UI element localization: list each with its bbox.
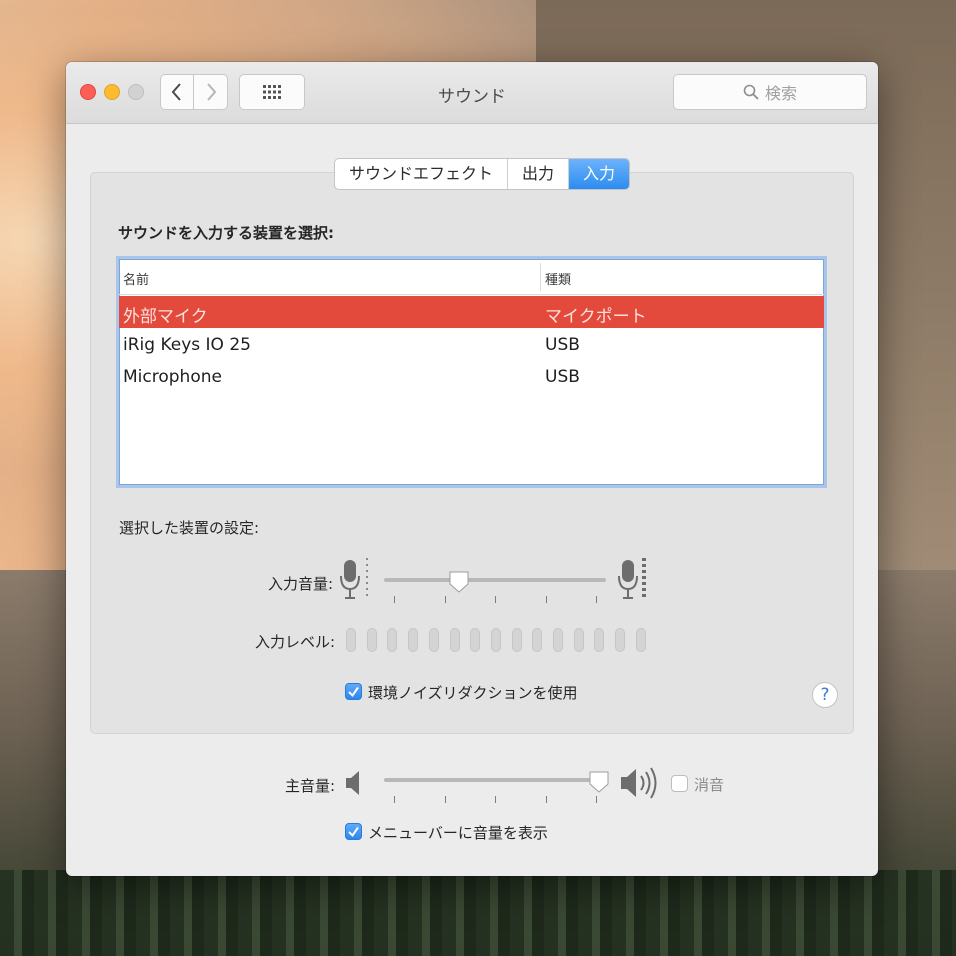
level-meter-segment [346,628,356,652]
level-meter-segment [574,628,584,652]
level-meter-segment [387,628,397,652]
level-meter-segment [450,628,460,652]
level-meter-segment [491,628,501,652]
input-device-table[interactable]: 名前 種類 外部マイク マイクポート iRig Keys IO 25 USB M… [116,256,827,488]
slider-tick [596,596,597,603]
level-meter-segment [553,628,563,652]
slider-tick [546,796,547,803]
slider-tick [445,796,446,803]
noise-reduction-checkbox[interactable] [345,683,362,700]
checkmark-icon [346,684,361,699]
tab-input[interactable]: 入力 [569,159,629,189]
main-volume-slider[interactable] [384,778,606,782]
checkmark-icon [346,824,361,839]
level-meter-segment [594,628,604,652]
search-field[interactable]: 検索 [673,74,867,110]
tab-bar: サウンドエフェクト 出力 入力 [334,158,630,190]
level-meter-segment [636,628,646,652]
column-header-type[interactable]: 種類 [545,269,571,288]
table-row[interactable]: Microphone USB [119,361,824,393]
titlebar: サウンド 検索 [66,62,878,124]
device-type: マイクポート [545,302,647,327]
level-meter-segment [367,628,377,652]
column-divider [540,263,541,291]
input-level-label: 入力レベル: [255,631,335,652]
level-meter-segment [615,628,625,652]
desktop-background-trees [0,870,956,956]
show-volume-in-menubar-checkbox[interactable] [345,823,362,840]
main-volume-label: 主音量: [285,775,335,796]
noise-reduction-label[interactable]: 環境ノイズリダクションを使用 [368,682,578,703]
level-meter-segment [470,628,480,652]
slider-tick [495,596,496,603]
device-name: 外部マイク [123,302,208,327]
tab-output[interactable]: 出力 [508,159,569,189]
input-volume-thumb[interactable] [448,570,470,594]
level-meter-segment [429,628,439,652]
main-volume-thumb[interactable] [588,770,610,794]
tab-sound-effects[interactable]: サウンドエフェクト [335,159,508,189]
table-header: 名前 種類 [119,259,824,295]
help-button[interactable]: ? [812,682,838,708]
slider-tick [394,596,395,603]
level-meter-segment [532,628,542,652]
slider-tick [445,596,446,603]
slider-tick [546,596,547,603]
device-type: USB [545,335,580,355]
level-meter-segment [408,628,418,652]
search-icon [743,84,759,100]
speaker-low-icon [344,768,364,798]
mute-checkbox[interactable] [671,775,688,792]
device-name: Microphone [123,367,222,387]
search-placeholder: 検索 [765,80,797,104]
device-name: iRig Keys IO 25 [123,335,251,355]
microphone-high-icon [618,556,648,602]
device-select-heading: サウンドを入力する装置を選択: [118,222,334,243]
show-volume-in-menubar-label[interactable]: メニューバーに音量を表示 [368,822,548,843]
mute-label[interactable]: 消音 [694,774,724,795]
device-type: USB [545,367,580,387]
microphone-low-icon [340,556,370,602]
slider-tick [495,796,496,803]
level-meter-segment [512,628,522,652]
column-header-name[interactable]: 名前 [123,269,149,288]
settings-heading: 選択した装置の設定: [119,517,259,538]
input-volume-slider[interactable] [384,578,606,582]
input-volume-label: 入力音量: [268,573,333,594]
table-row[interactable]: iRig Keys IO 25 USB [119,329,824,361]
slider-tick [596,796,597,803]
speaker-high-icon [620,764,662,802]
sound-preferences-window: サウンド 検索 サウンドエフェクト 出力 入力 サウンドを入力する装置を選択: … [66,62,878,876]
slider-tick [394,796,395,803]
table-row-selected[interactable]: 外部マイク マイクポート [119,296,824,328]
